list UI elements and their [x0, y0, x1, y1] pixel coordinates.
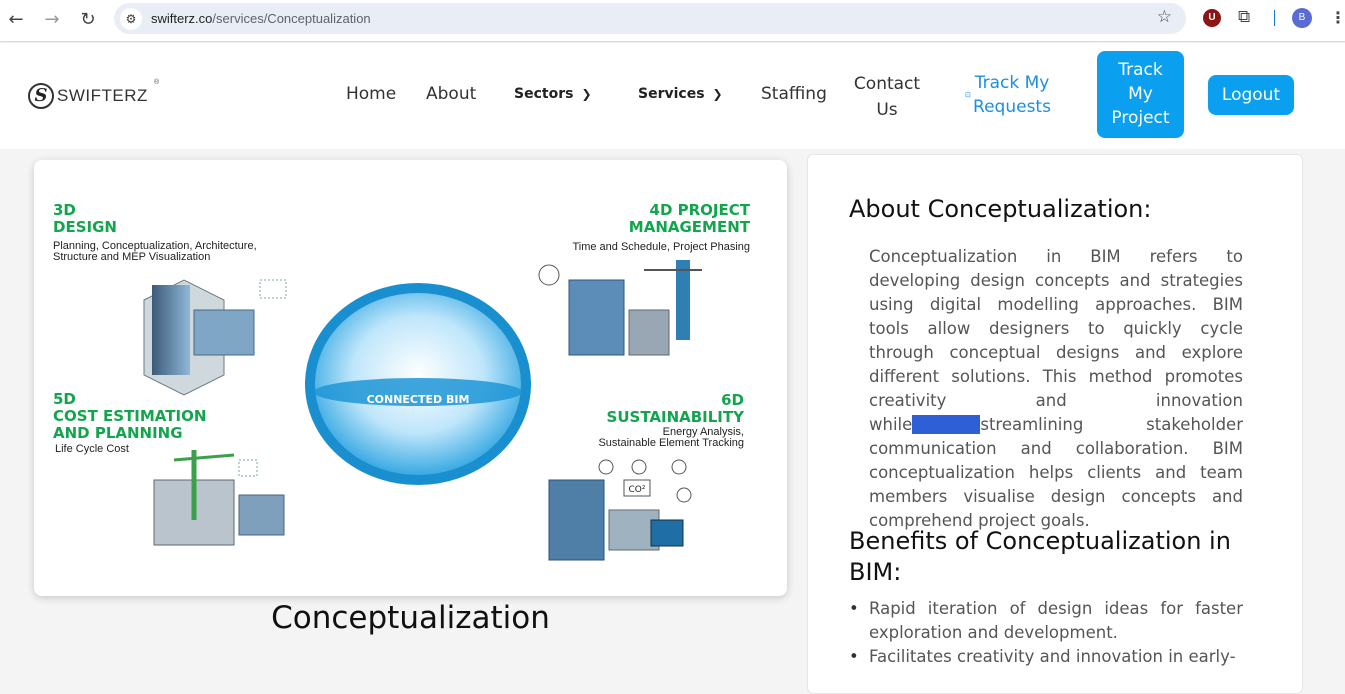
extensions-puzzle-icon[interactable]: ⧉ [1238, 7, 1250, 27]
profile-avatar[interactable]: B [1292, 8, 1312, 28]
ig-5d-title-line3: AND PLANNING [53, 424, 183, 442]
nav-contact-us[interactable]: Contact Us [850, 71, 924, 123]
benefits-list: Rapid iteration of design ideas for fast… [849, 597, 1243, 669]
site-header: S SWIFTERZ ® Home About Sectors ❯ Service… [0, 43, 1345, 149]
nav-track-my-requests[interactable]: Track My Requests [962, 71, 1062, 119]
star-icon[interactable]: ☆ [1157, 7, 1172, 27]
building-3d-illustration [143, 279, 287, 396]
logo-mark-icon: S [28, 83, 54, 109]
ig-3d-title-line2: DESIGN [53, 218, 117, 236]
forward-arrow-icon[interactable]: → [40, 8, 64, 32]
nav-services-label: Services [638, 86, 705, 102]
ig-4d-subtitle: Time and Schedule, Project Phasing [572, 241, 750, 253]
building-5d-illustration [153, 450, 285, 546]
building-6d-illustration: CO² [548, 459, 692, 561]
url-text[interactable]: swifterz.co/services/Conceptualization [151, 11, 371, 26]
nav-services[interactable]: Services ❯ [638, 86, 723, 102]
ig-4d-title-line1: 4D PROJECT [649, 201, 750, 219]
nav-contact-line2: Us [876, 100, 898, 120]
ig-3d-sub-line2: Structure and MEP Visualization [53, 251, 211, 263]
page-title: Conceptualization [271, 600, 550, 636]
logo-registered-mark: ® [154, 79, 160, 86]
about-paragraph: Conceptualization in BIM refers to devel… [869, 245, 1243, 533]
ig-4d-title-line2: MANAGEMENT [628, 218, 750, 236]
logout-button[interactable]: Logout [1208, 75, 1294, 115]
about-heading: About Conceptualization: [849, 195, 1152, 223]
ig-6d-title: 6D SUSTAINABILITY [607, 392, 744, 426]
nav-about[interactable]: About [426, 84, 476, 104]
chevron-down-icon: ❯ [581, 87, 592, 101]
track-my-project-button[interactable]: Track My Project [1097, 51, 1184, 138]
about-text-part1: Conceptualization in BIM refers to devel… [869, 247, 1243, 434]
text-selection-highlight: xxxxxxx [911, 415, 981, 434]
bim-infographic: CONNECTED BIM CO² 3D DESIGN Planning, Co… [34, 160, 787, 596]
ublock-icon[interactable]: U [1203, 9, 1221, 27]
benefits-heading: Benefits of Conceptualization in BIM: [849, 527, 1231, 586]
nav-track-line1: Track My [974, 73, 1050, 93]
ig-6d-sub-line2: Sustainable Element Tracking [598, 437, 744, 449]
browser-toolbar: ← → ↻ ⚙ swifterz.co/services/Conceptuali… [0, 0, 1345, 42]
track-project-line2: My [1128, 84, 1153, 104]
nav-sectors-label: Sectors [514, 86, 574, 102]
ig-3d-title: 3D DESIGN [53, 202, 117, 236]
chevron-down-icon: ❯ [712, 87, 723, 101]
ig-6d-subtitle: Energy Analysis, Sustainable Element Tra… [598, 427, 744, 449]
ig-5d-subtitle: Life Cycle Cost [55, 443, 129, 455]
track-project-line1: Track [1118, 60, 1163, 80]
ig-5d-title-line2: COST ESTIMATION [53, 407, 207, 425]
toolbar-divider [1274, 10, 1275, 26]
ig-6d-title-line1: 6D [721, 391, 744, 409]
service-info-panel: About Conceptualization: Conceptualizati… [807, 154, 1303, 694]
ig-3d-title-line1: 3D [53, 201, 76, 219]
url-path: /services/Conceptualization [212, 11, 371, 26]
nav-home[interactable]: Home [346, 84, 396, 104]
building-4d-illustration [538, 260, 702, 356]
kebab-menu-icon[interactable]: ⋮ [1330, 8, 1345, 27]
list-item: Facilitates creativity and innovation in… [849, 645, 1243, 669]
url-host: swifterz.co [151, 11, 213, 26]
nav-contact-line1: Contact [853, 74, 921, 94]
ig-4d-title: 4D PROJECT MANAGEMENT [629, 202, 750, 236]
site-logo[interactable]: S SWIFTERZ ® [28, 79, 159, 111]
track-project-line3: Project [1111, 108, 1170, 128]
logo-text: SWIFTERZ [57, 86, 148, 105]
nav-sectors[interactable]: Sectors ❯ [514, 86, 592, 102]
nav-track-line2: Requests [973, 97, 1051, 117]
ig-6d-title-line2: SUSTAINABILITY [606, 408, 744, 426]
connected-bim-label: CONNECTED BIM [367, 393, 470, 406]
address-bar[interactable]: ⚙ swifterz.co/services/Conceptualization… [114, 3, 1186, 34]
ig-5d-title-line1: 5D [53, 390, 76, 408]
nav-staffing[interactable]: Staffing [761, 84, 827, 104]
ig-3d-subtitle: Planning, Conceptualization, Architectur… [53, 241, 257, 263]
site-info-icon[interactable]: ⚙ [120, 8, 142, 30]
reload-icon[interactable]: ↻ [76, 8, 100, 32]
list-item: Rapid iteration of design ideas for fast… [849, 597, 1243, 645]
back-arrow-icon[interactable]: ← [4, 8, 28, 32]
ig-5d-title: 5D COST ESTIMATION AND PLANNING [53, 391, 206, 442]
co2-label: CO² [629, 485, 646, 495]
